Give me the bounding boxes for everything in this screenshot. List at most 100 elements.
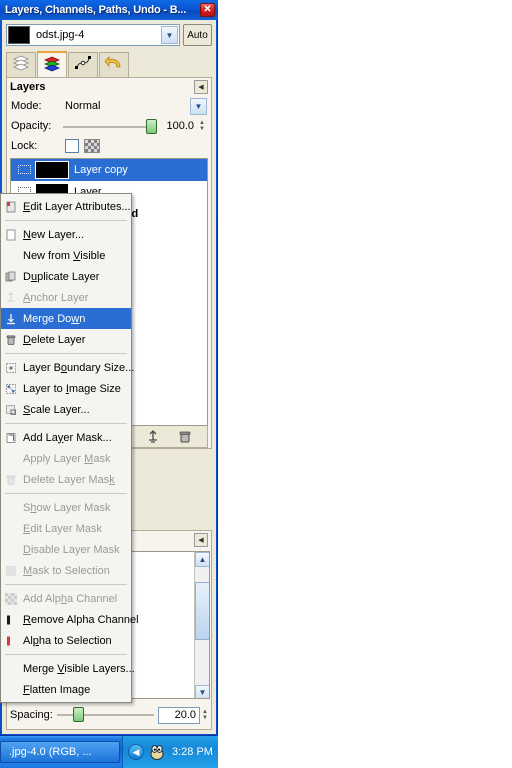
menu-item-new-layer[interactable]: New Layer... <box>1 224 131 245</box>
opacity-slider[interactable] <box>63 118 157 135</box>
menu-item-label: Mask to Selection <box>23 564 110 577</box>
spacing-value[interactable]: 20.0 <box>158 706 200 724</box>
menu-item-new-from-visible[interactable]: New from Visible <box>1 245 131 266</box>
menu-item-label: Anchor Layer <box>23 291 89 304</box>
menu-item-edit-layer-mask: Edit Layer Mask <box>1 518 131 539</box>
auto-button[interactable]: Auto <box>183 24 212 46</box>
checkerboard-alpha-icon <box>84 139 100 153</box>
tab-channels[interactable] <box>37 51 67 78</box>
panel-menu-icon[interactable]: ◀ <box>194 533 208 547</box>
anchor-icon[interactable] <box>145 429 161 445</box>
menu-item-duplicate-layer[interactable]: Duplicate Layer <box>1 266 131 287</box>
menu-item-label: Add Layer Mask... <box>23 431 112 444</box>
new-layer-icon <box>3 227 19 243</box>
menu-item-add-layer-mask[interactable]: Add Layer Mask... <box>1 427 131 448</box>
opacity-row: Opacity: 100.0 ▲ ▼ <box>7 116 211 136</box>
menu-item-label: Merge Down <box>23 312 86 325</box>
menu-item-anchor-layer: Anchor Layer <box>1 287 131 308</box>
menu-item-layer-boundary-size[interactable]: Layer Boundary Size... <box>1 357 135 378</box>
eye-icon[interactable] <box>13 161 35 179</box>
spacing-slider[interactable] <box>56 707 154 723</box>
menu-item-merge-visible-layers[interactable]: Merge Visible Layers... <box>1 658 135 679</box>
add-layer-mask-icon <box>3 430 19 446</box>
layer-row-0[interactable]: Layer copy <box>11 159 207 181</box>
alpha-to-selection-icon <box>3 633 19 649</box>
menu-item-label: Apply Layer Mask <box>23 452 111 465</box>
image-selector-row: odst.jpg-4 ▼ Auto <box>6 23 212 47</box>
window-titlebar[interactable]: Layers, Channels, Paths, Undo - B... ✕ <box>0 0 218 20</box>
layer-name: Layer copy <box>74 163 128 176</box>
window-title: Layers, Channels, Paths, Undo - B... <box>5 4 187 16</box>
chevron-left-icon[interactable]: ◀ <box>128 744 144 760</box>
menu-item-remove-alpha-channel[interactable]: Remove Alpha Channel <box>1 609 139 630</box>
gimp-wilber-icon[interactable] <box>149 744 165 760</box>
menu-item-disable-layer-mask: Disable Layer Mask <box>1 539 131 560</box>
opacity-stepper[interactable]: ▲ ▼ <box>197 118 207 134</box>
mask-to-selection-icon <box>3 563 19 579</box>
mode-select[interactable]: Normal ▼ <box>63 97 207 115</box>
menu-item-edit-layer-attributes[interactable]: Edit Layer Attributes... <box>1 196 131 217</box>
taskbar: .jpg-4.0 (RGB, ... ◀ 3:28 PM <box>0 736 218 768</box>
scale-layer-icon <box>3 402 19 418</box>
menu-item-label: Show Layer Mask <box>23 501 111 514</box>
menu-item-label: Layer Boundary Size... <box>23 361 135 374</box>
chevron-down-icon[interactable]: ▼ <box>195 685 209 698</box>
menu-separator <box>5 654 127 655</box>
dock-tabstrip <box>6 50 212 78</box>
tab-paths[interactable] <box>68 52 98 78</box>
system-tray: ◀ 3:28 PM <box>122 736 218 768</box>
clock: 3:28 PM <box>172 746 213 758</box>
image-combo[interactable]: odst.jpg-4 ▼ <box>6 24 180 46</box>
scrollbar-thumb[interactable] <box>195 582 209 640</box>
opacity-value: 100.0 <box>166 120 194 132</box>
delete-mask-icon <box>3 472 19 488</box>
merge-down-icon <box>3 311 19 327</box>
menu-item-alpha-to-selection[interactable]: Alpha to Selection <box>1 630 131 651</box>
layer-context-menu[interactable]: Edit Layer Attributes... New Layer... New … <box>0 193 139 703</box>
brush-grid-scrollbar[interactable]: ▲ ▼ <box>194 552 209 698</box>
chevron-down-icon[interactable]: ▼ <box>190 97 207 115</box>
none <box>3 248 19 264</box>
lock-label: Lock: <box>11 140 38 152</box>
menu-item-label: Disable Layer Mask <box>23 543 120 556</box>
tab-layers[interactable] <box>6 52 36 78</box>
spacing-handle[interactable] <box>72 707 84 722</box>
channels-color-stack-icon <box>42 54 62 77</box>
menu-item-delete-layer[interactable]: Delete Layer <box>1 329 131 350</box>
slider-handle[interactable] <box>146 118 157 134</box>
menu-item-label: Flatten Image <box>23 683 91 696</box>
menu-item-layer-to-image-size[interactable]: Layer to Image Size <box>1 378 131 399</box>
menu-item-label: Merge Visible Layers... <box>23 662 135 675</box>
menu-item-merge-down[interactable]: Merge Down <box>1 308 131 329</box>
chevron-up-icon[interactable]: ▲ <box>195 552 209 567</box>
chevron-down-icon[interactable]: ▼ <box>161 26 178 44</box>
menu-item-add-alpha-channel: Add Alpha Channel <box>1 588 131 609</box>
menu-item-flatten-image[interactable]: Flatten Image <box>1 679 131 700</box>
trash-icon[interactable] <box>177 429 193 445</box>
menu-item-label: Delete Layer <box>23 333 86 346</box>
spacing-row: Spacing: 20.0 ▲ ▼ <box>10 705 210 725</box>
lock-row: Lock: <box>7 136 211 156</box>
tab-undo[interactable] <box>99 52 129 78</box>
menu-separator <box>5 353 127 354</box>
slider-track-line <box>63 125 157 128</box>
close-icon[interactable]: ✕ <box>200 3 215 17</box>
layer-boundary-icon <box>3 360 19 376</box>
menu-item-label: New Layer... <box>23 228 85 241</box>
duplicate-layer-icon <box>3 269 19 285</box>
menu-item-apply-layer-mask: Apply Layer Mask <box>1 448 131 469</box>
spacing-stepper[interactable]: ▲ ▼ <box>200 707 210 723</box>
taskbar-window-button[interactable]: .jpg-4.0 (RGB, ... <box>0 741 120 763</box>
menu-item-label: Remove Alpha Channel <box>23 613 139 626</box>
menu-item-label: Edit Layer Attributes... <box>23 200 131 213</box>
undo-arrow-icon <box>104 54 124 77</box>
image-thumbnail <box>8 26 30 44</box>
panel-title: Layers <box>10 81 46 93</box>
menu-item-scale-layer[interactable]: Scale Layer... <box>1 399 131 420</box>
layer-to-image-icon <box>3 381 19 397</box>
menu-item-label: Delete Layer Mask <box>23 473 115 486</box>
edit-attributes-icon <box>3 199 19 215</box>
none <box>3 500 19 516</box>
panel-menu-icon[interactable]: ◀ <box>194 80 208 94</box>
lock-alpha-checkbox[interactable] <box>65 139 79 153</box>
